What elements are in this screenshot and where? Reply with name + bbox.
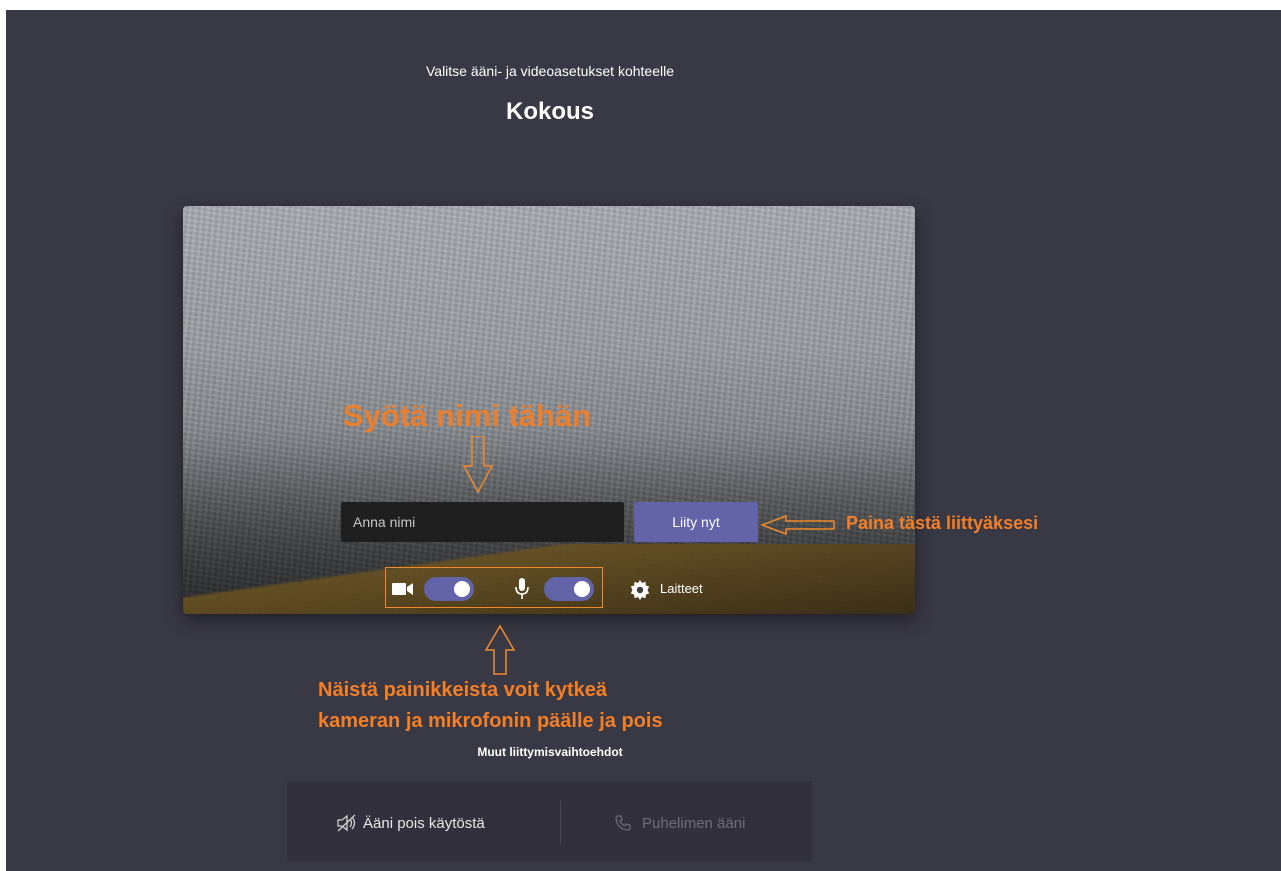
phone-icon (615, 815, 631, 836)
camera-icon (392, 582, 414, 601)
audio-off-option[interactable]: Ääni pois käytöstä (363, 815, 485, 832)
phone-audio-option: Puhelimen ääni (642, 815, 746, 832)
join-now-button[interactable]: Liity nyt (634, 502, 758, 542)
speaker-off-icon (337, 814, 357, 837)
name-input[interactable] (341, 502, 624, 542)
prejoin-subtitle: Valitse ääni- ja videoasetukset kohteell… (425, 63, 674, 79)
camera-toggle[interactable] (424, 577, 474, 601)
annotation-toggles-hint-line1: Näistä painikkeista voit kytkeä (318, 679, 608, 701)
annotation-toggles-hint-line2: kameran ja mikrofonin päälle ja pois (318, 710, 663, 732)
annotation-name-hint: Syötä nimi tähän (343, 398, 592, 433)
annotation-down-arrow (462, 436, 494, 494)
options-divider (560, 801, 561, 843)
gear-icon[interactable] (630, 580, 650, 605)
join-options-bar: Ääni pois käytöstä Puhelimen ääni (287, 781, 812, 861)
other-join-options-title: Muut liittymisvaihtoehdot (477, 745, 623, 759)
annotation-up-arrow (484, 624, 516, 675)
meeting-title: Kokous (505, 98, 594, 125)
annotation-left-arrow (760, 514, 835, 536)
annotation-join-hint: Paina tästä liittyäksesi (846, 513, 1039, 533)
microphone-toggle[interactable] (544, 577, 594, 601)
devices-label[interactable]: Laitteet (660, 581, 703, 596)
microphone-icon (515, 578, 529, 605)
